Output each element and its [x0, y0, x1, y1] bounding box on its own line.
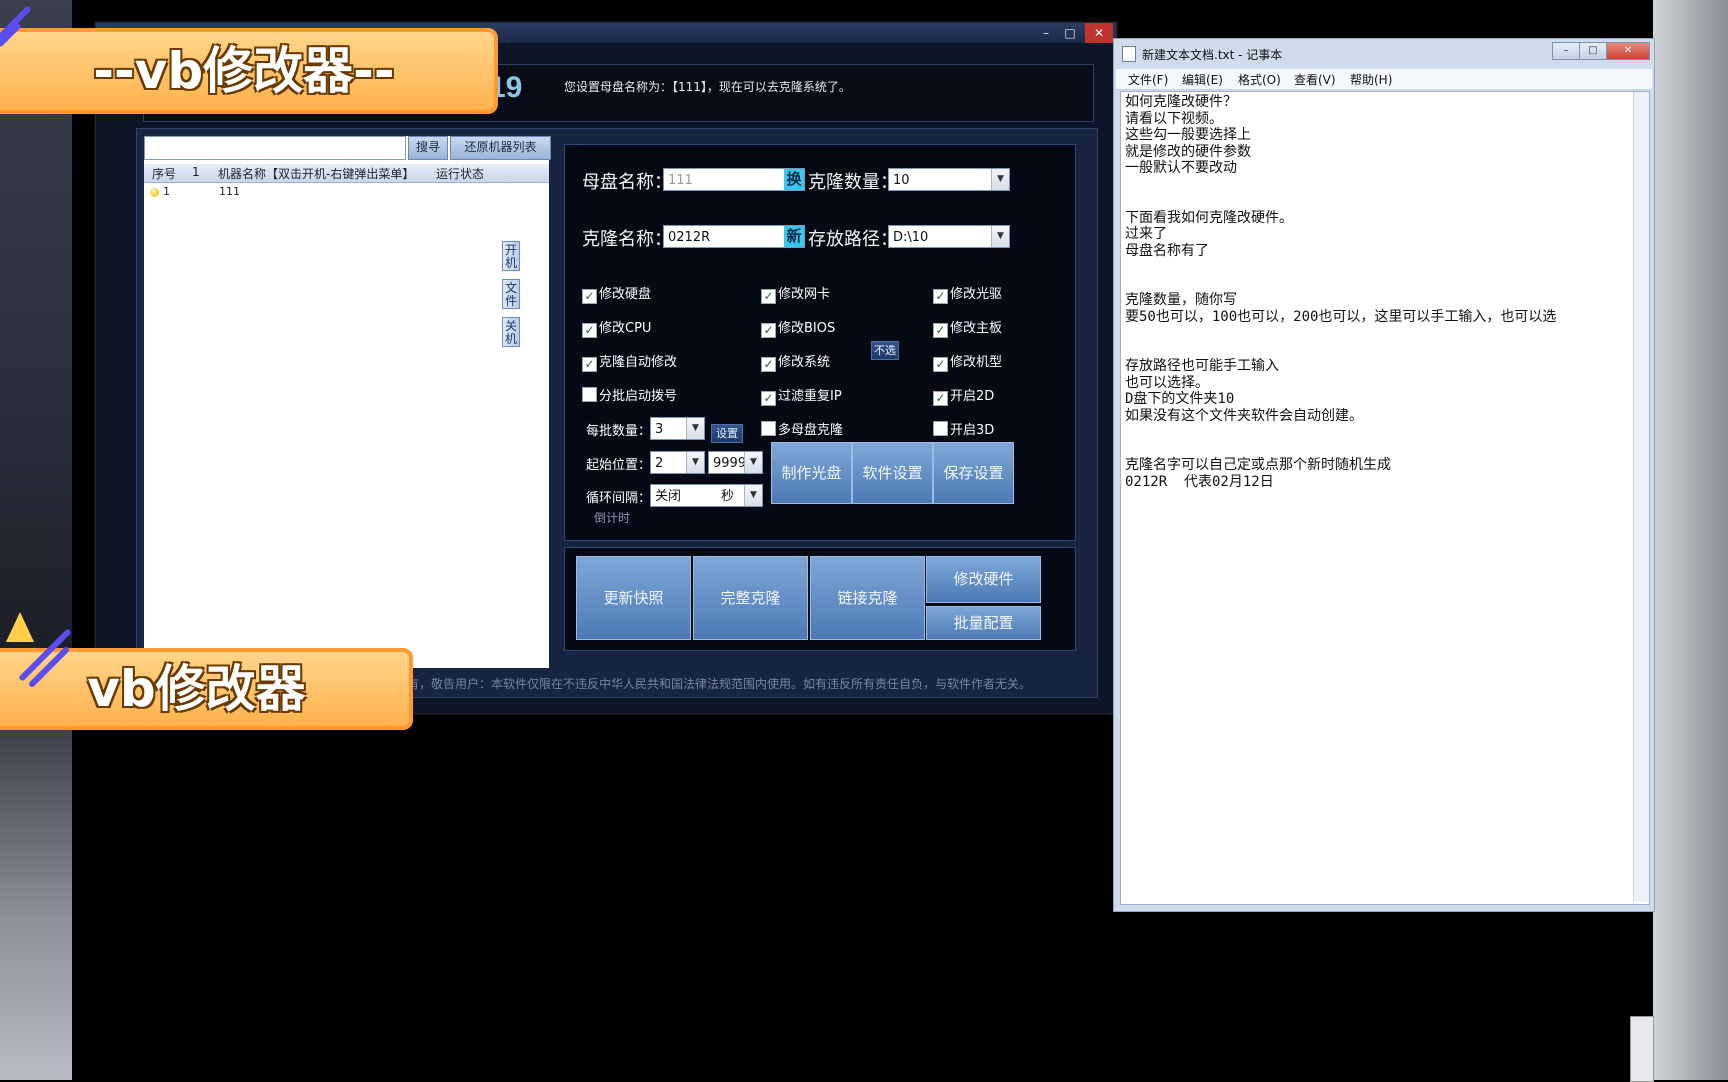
menu-view[interactable]: 查看(V) [1294, 71, 1336, 88]
modify-model-checkbox[interactable]: ✓ 修改机型 [933, 351, 1002, 372]
column-index-count: 1 [192, 165, 200, 179]
row-index: 1 [163, 185, 170, 198]
modify-hardware-button[interactable]: 修改硬件 [926, 556, 1041, 603]
start-position-select[interactable]: 2 ▼ [650, 451, 705, 474]
minimize-button[interactable]: – [1034, 23, 1058, 43]
decor-triangle-icon [6, 612, 34, 642]
clone-name-field[interactable]: 0212R 新 [663, 225, 805, 248]
action-panel: 更新快照 完整克隆 链接克隆 修改硬件 批量配置 [564, 547, 1076, 651]
column-index[interactable]: 序号 [152, 165, 176, 182]
modify-optical-checkbox[interactable]: ✓ 修改光驱 [933, 283, 1002, 304]
column-machine-name[interactable]: 机器名称【双击开机-右键弹出菜单】 [218, 165, 414, 182]
clone-count-label: 克隆数量： [808, 172, 898, 193]
batch-dial-checkbox[interactable]: 分批启动拨号 [582, 385, 677, 404]
countdown-label: 倒计时 [594, 511, 631, 525]
close-button[interactable]: ✕ [1085, 23, 1113, 43]
notepad-minimize-button[interactable]: – [1552, 42, 1580, 60]
menu-file[interactable]: 文件(F) [1128, 71, 1168, 88]
chevron-down-icon[interactable]: ▼ [744, 452, 762, 473]
modify-bios-checkbox[interactable]: ✓ 修改BIOS [761, 317, 835, 338]
chevron-down-icon[interactable]: ▼ [686, 452, 704, 473]
make-disc-button[interactable]: 制作光盘 [771, 442, 852, 504]
clone-app-window: – □ ✕ 19 您设置母盘名称为：【111】，现在可以去克隆系统了。 搜寻 还… [95, 22, 1117, 714]
modify-nic-checkbox[interactable]: ✓ 修改网卡 [761, 283, 830, 304]
loop-interval-unit: 秒 [721, 489, 735, 504]
row-machine-name: 111 [219, 185, 240, 198]
column-status[interactable]: 运行状态 [436, 165, 484, 182]
desktop-left-edge [0, 0, 72, 1080]
machine-icon [150, 187, 159, 200]
list-header: 序号 1 机器名称【双击开机-右键弹出菜单】 运行状态 [144, 164, 549, 183]
menu-help[interactable]: 帮助(H) [1350, 71, 1392, 88]
enable-3d-checkbox[interactable]: 开启3D [933, 419, 994, 438]
end-position-select[interactable]: 9999 ▼ [708, 451, 763, 474]
filter-dup-ip-checkbox[interactable]: ✓ 过滤重复IP [761, 385, 842, 406]
machine-list-panel: 搜寻 还原机器列表 序号 1 机器名称【双击开机-右键弹出菜单】 运行状态 1 … [144, 136, 551, 668]
start-position-label: 起始位置： [586, 458, 652, 473]
notepad-window: 新建文本文档.txt - 记事本 – □ ✕ 文件(F) 编辑(E) 格式(O)… [1113, 38, 1655, 912]
batch-count-select[interactable]: 3 ▼ [650, 417, 705, 440]
chevron-down-icon[interactable]: ▼ [744, 485, 762, 506]
notepad-content: 如何克隆改硬件？ 请看以下视频。 这些勾一般要选择上 就是修改的硬件参数 一般默… [1125, 94, 1557, 490]
desktop-right-edge [1653, 0, 1728, 1080]
notepad-icon [1122, 46, 1136, 62]
storage-path-select[interactable]: D:\10 ▼ [888, 225, 1010, 248]
linked-clone-button[interactable]: 链接克隆 [810, 556, 925, 640]
notepad-title: 新建文本文档.txt - 记事本 [1142, 48, 1283, 62]
multi-master-checkbox[interactable]: 多母盘克隆 [761, 419, 843, 438]
update-snapshot-button[interactable]: 更新快照 [576, 556, 691, 640]
loop-interval-label: 循环间隔： [586, 491, 652, 506]
status-message: 您设置母盘名称为：【111】，现在可以去克隆系统了。 [564, 80, 851, 94]
taskbar-tray-icon[interactable] [1630, 1016, 1654, 1082]
notepad-maximize-button[interactable]: □ [1579, 42, 1607, 60]
notepad-close-button[interactable]: ✕ [1606, 42, 1650, 60]
master-name-field[interactable]: 111 换 [663, 168, 805, 191]
search-button[interactable]: 搜寻 [408, 136, 448, 160]
power-off-button[interactable]: 关 机 [502, 317, 520, 347]
clone-auto-modify-checkbox[interactable]: ✓ 克隆自动修改 [582, 351, 677, 372]
batch-config-button[interactable]: 批量配置 [926, 606, 1041, 640]
modify-system-checkbox[interactable]: ✓ 修改系统 [761, 351, 830, 372]
search-input[interactable] [144, 136, 406, 160]
table-row[interactable]: 1 111 [144, 184, 514, 201]
watermark-banner-top: --vb修改器-- [0, 28, 498, 114]
chevron-down-icon[interactable]: ▼ [991, 169, 1009, 190]
notepad-scrollbar[interactable] [1633, 92, 1649, 902]
watermark-banner-bottom: vb修改器 [0, 648, 413, 730]
master-name-label: 母盘名称： [582, 172, 672, 193]
notepad-text-area[interactable]: 如何克隆改硬件？ 请看以下视频。 这些勾一般要选择上 就是修改的硬件参数 一般默… [1120, 91, 1650, 905]
full-clone-button[interactable]: 完整克隆 [693, 556, 808, 640]
file-button[interactable]: 文 件 [502, 279, 520, 309]
menu-format[interactable]: 格式(O) [1238, 71, 1281, 88]
set-button[interactable]: 设置 [711, 424, 743, 443]
menu-edit[interactable]: 编辑(E) [1182, 71, 1223, 88]
maximize-button[interactable]: □ [1058, 23, 1082, 43]
unselect-button[interactable]: 不选 [871, 341, 899, 360]
power-on-button[interactable]: 开 机 [502, 241, 520, 271]
chevron-down-icon[interactable]: ▼ [991, 226, 1009, 247]
enable-2d-checkbox[interactable]: ✓ 开启2D [933, 385, 994, 406]
batch-count-label: 每批数量： [586, 424, 652, 439]
clone-count-select[interactable]: 10 ▼ [888, 168, 1010, 191]
modify-cpu-checkbox[interactable]: ✓ 修改CPU [582, 317, 651, 338]
switch-master-button[interactable]: 换 [784, 169, 804, 190]
generate-name-button[interactable]: 新 [784, 226, 804, 247]
software-settings-button[interactable]: 软件设置 [852, 442, 933, 504]
restore-list-button[interactable]: 还原机器列表 [450, 136, 551, 160]
storage-path-label: 存放路径： [808, 229, 898, 250]
notepad-menubar: 文件(F) 编辑(E) 格式(O) 查看(V) 帮助(H) [1116, 69, 1652, 90]
disclaimer-footer: 有，敬告用户：本软件仅限在不违反中华人民共和国法律法规范围内使用。如有违反所有责… [407, 677, 1032, 691]
clone-name-label: 克隆名称： [582, 229, 672, 250]
save-settings-button[interactable]: 保存设置 [933, 442, 1014, 504]
chevron-down-icon[interactable]: ▼ [686, 418, 704, 439]
modify-disk-checkbox[interactable]: ✓ 修改硬盘 [582, 283, 651, 304]
modify-motherboard-checkbox[interactable]: ✓ 修改主板 [933, 317, 1002, 338]
loop-interval-select[interactable]: 关闭 秒 ▼ [650, 484, 763, 507]
app-main-area: 搜寻 还原机器列表 序号 1 机器名称【双击开机-右键弹出菜单】 运行状态 1 … [136, 128, 1098, 698]
settings-panel: 母盘名称： 111 换 克隆数量： 10 ▼ 克隆名称： 0212R 新 存放路… [564, 144, 1076, 541]
